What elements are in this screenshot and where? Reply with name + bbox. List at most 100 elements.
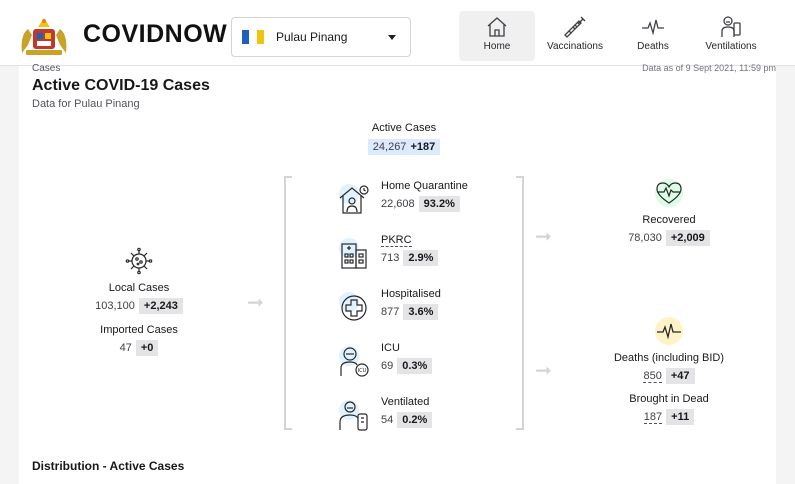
bucket-label: Hospitalised: [381, 288, 441, 300]
pulse-icon: [642, 19, 664, 36]
building-icon: [339, 238, 367, 269]
bracket-left: [284, 176, 292, 430]
local-cases-value: 103,100: [95, 300, 135, 312]
brought-in-dead-label: Brought in Dead: [629, 393, 709, 405]
deaths-stat: 850 +47: [599, 368, 739, 384]
local-cases-label: Local Cases: [108, 282, 170, 294]
bucket-stat: 22,608 93.2%: [381, 196, 468, 212]
tab-vaccinations-label: Vaccinations: [547, 41, 603, 52]
bucket-label-text[interactable]: PKRC: [381, 234, 412, 247]
bucket-pkrc: PKRC 713 2.9%: [337, 232, 507, 274]
bucket-pct: 0.3%: [397, 358, 433, 374]
ventilator-icon: [721, 16, 741, 37]
bucket-home-quarantine-text: Home Quarantine 22,608 93.2%: [381, 180, 468, 212]
flow-arrow-icon: ➞: [247, 292, 264, 314]
breadcrumb: Cases: [32, 63, 61, 74]
active-cases-delta: +187: [410, 141, 436, 153]
active-cases-summary: Active Cases 24,267 +187: [349, 122, 459, 155]
recovered-stat: 78,030 +2,009: [599, 230, 739, 246]
bucket-stat: 877 3.6%: [381, 304, 441, 320]
bucket-label: PKRC: [381, 234, 438, 247]
brought-in-dead-delta: +11: [666, 409, 695, 425]
hospital-cross-icon: [339, 292, 367, 321]
tab-ventilations[interactable]: Ventilations: [700, 11, 762, 61]
page-title: Active COVID-19 Cases: [32, 77, 210, 94]
tab-home[interactable]: Home: [459, 11, 535, 61]
deaths-block: Deaths (including BID) 850 +47: [599, 316, 739, 384]
bucket-label: Home Quarantine: [381, 180, 468, 192]
state-flag-icon: [242, 30, 264, 44]
bucket-pct: 93.2%: [418, 196, 460, 212]
data-timestamp: Data as of 9 Sept 2021, 11:59 pm: [642, 63, 776, 73]
page-subtitle: Data for Pulau Pinang: [32, 98, 140, 110]
bucket-pct: 2.9%: [403, 250, 439, 266]
bracket-right: [516, 176, 524, 430]
virus-icon: [125, 247, 153, 275]
icu-icon: ICU: [339, 346, 369, 377]
tab-home-label: Home: [483, 41, 511, 52]
brought-in-dead-stat: 187 +11: [599, 409, 739, 425]
active-cases-value-box: 24,267 +187: [367, 139, 441, 155]
bucket-pct: 3.6%: [403, 304, 439, 320]
state-select-value: Pulau Pinang: [276, 30, 348, 44]
deaths-label: Deaths (including BID): [613, 352, 725, 364]
bucket-stat: 54 0.2%: [381, 412, 433, 428]
imported-cases-delta: +0: [135, 340, 159, 356]
state-select[interactable]: Pulau Pinang: [231, 17, 411, 57]
recovered-value: 78,030: [628, 232, 662, 244]
imported-cases-label: Imported Cases: [100, 324, 178, 336]
recovered-block: Recovered 78,030 +2,009: [599, 178, 739, 246]
bucket-value: 713: [381, 252, 400, 264]
bucket-value: 877: [381, 306, 400, 318]
active-cases-card: Cases Data as of 9 Sept 2021, 11:59 pm A…: [19, 63, 776, 484]
recovered-label: Recovered: [642, 214, 696, 226]
bucket-stat: 69 0.3%: [381, 358, 433, 374]
malaysia-crest-icon[interactable]: [18, 15, 70, 57]
bucket-value: 54: [381, 414, 394, 426]
deaths-value[interactable]: 850: [643, 370, 662, 383]
tab-ventilations-label: Ventilations: [705, 41, 757, 52]
bucket-ventilated: Ventilated 54 0.2%: [337, 394, 507, 436]
local-cases-block: Local Cases 103,100 +2,243: [74, 246, 204, 314]
bucket-label: ICU: [381, 342, 400, 354]
tab-vaccinations[interactable]: Vaccinations: [541, 11, 609, 61]
active-cases-label: Active Cases: [371, 122, 437, 134]
flow-arrow-icon: ➞: [535, 226, 552, 248]
tab-deaths-label: Deaths: [637, 41, 669, 52]
bucket-hospitalised-text: Hospitalised 877 3.6%: [381, 288, 441, 320]
local-cases-stat: 103,100 +2,243: [74, 298, 204, 314]
imported-cases-stat: 47 +0: [74, 340, 204, 356]
bucket-label: Ventilated: [381, 396, 430, 408]
section-title-distribution: Distribution - Active Cases: [32, 459, 185, 473]
svg-text:ICU: ICU: [358, 368, 367, 374]
bucket-ventilated-text: Ventilated 54 0.2%: [381, 396, 433, 428]
local-cases-delta: +2,243: [138, 298, 183, 314]
bucket-icu: ICU ICU 69 0.3%: [337, 340, 507, 382]
active-cases-value: 24,267: [372, 141, 407, 153]
heart-pulse-icon: [655, 179, 683, 207]
brought-in-dead-value[interactable]: 187: [643, 411, 663, 424]
ventilated-icon: [339, 400, 368, 431]
brought-in-dead-block: Brought in Dead 187 +11: [599, 393, 739, 425]
imported-cases-value: 47: [119, 342, 132, 354]
bucket-value: 22,608: [381, 198, 415, 210]
bucket-value: 69: [381, 360, 394, 372]
chevron-down-icon: [388, 35, 396, 40]
deaths-delta: +47: [665, 368, 695, 384]
brand-title[interactable]: COVIDNOW: [83, 20, 227, 49]
bucket-pkrc-text: PKRC 713 2.9%: [381, 234, 439, 266]
bucket-icu-text: ICU 69 0.3%: [381, 342, 433, 374]
bucket-stat: 713 2.9%: [381, 250, 439, 266]
bucket-pct: 0.2%: [397, 412, 433, 428]
flow-arrow-icon: ➞: [535, 360, 552, 382]
home-quarantine-icon: [339, 184, 369, 214]
imported-cases-block: Imported Cases 47 +0: [74, 324, 204, 356]
tab-deaths[interactable]: Deaths: [630, 11, 676, 61]
syringe-icon: [564, 16, 586, 38]
bucket-home-quarantine: Home Quarantine 22,608 93.2%: [337, 178, 507, 220]
home-icon: [487, 17, 507, 37]
pulse-icon: [655, 317, 683, 345]
top-header: COVIDNOW Pulau Pinang Home Vaccinations …: [0, 0, 795, 66]
bucket-hospitalised: Hospitalised 877 3.6%: [337, 286, 507, 328]
recovered-delta: +2,009: [665, 230, 710, 246]
